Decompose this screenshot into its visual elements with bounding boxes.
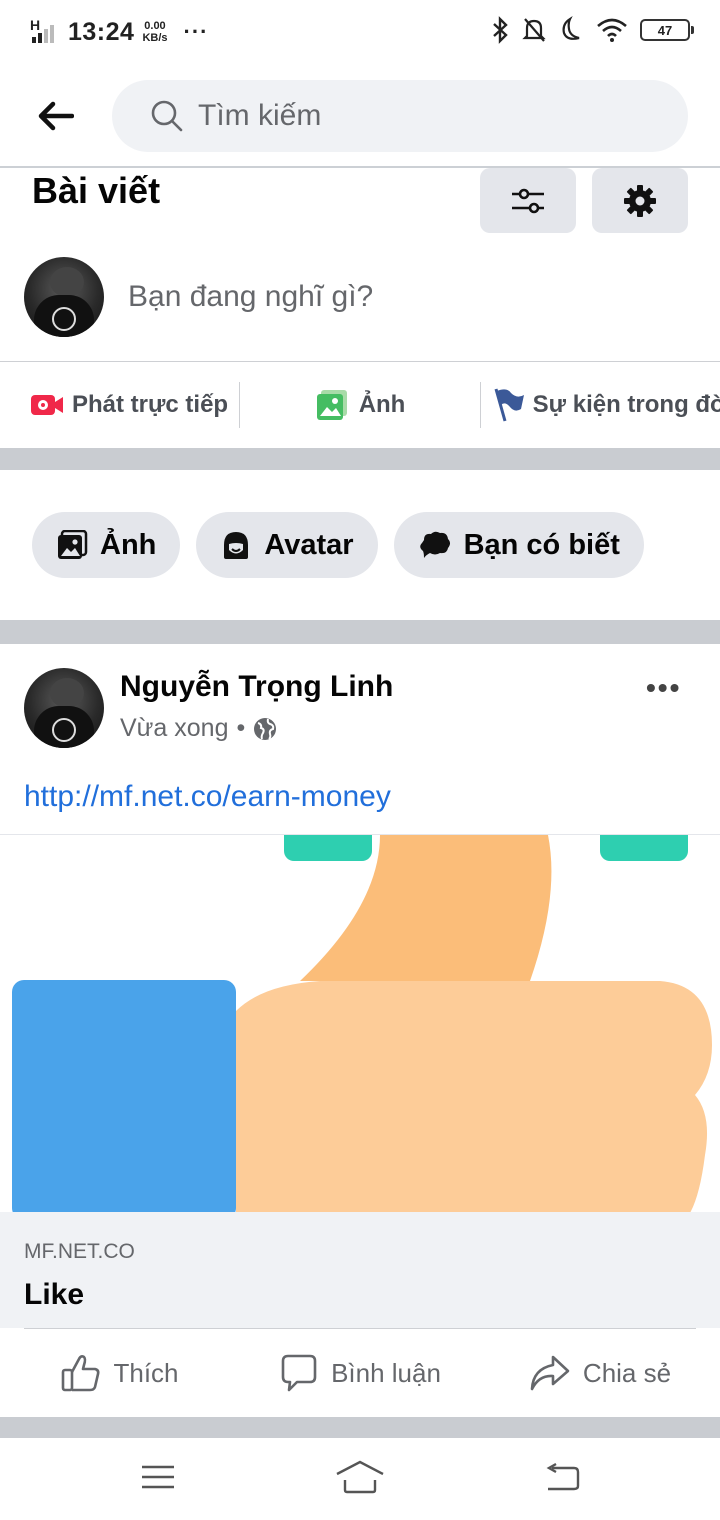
- status-left: H 13:24 0.00 KB/s ···: [30, 17, 209, 47]
- post-link[interactable]: http://mf.net.co/earn-money: [24, 780, 391, 814]
- globe-icon[interactable]: [253, 717, 277, 741]
- system-navigation-bar: [0, 1438, 720, 1520]
- battery-level: 47: [657, 22, 673, 38]
- photo-icon: [58, 530, 88, 559]
- post-author-name[interactable]: Nguyễn Trọng Linh: [120, 670, 393, 704]
- quick-action-label: Ảnh: [358, 391, 406, 418]
- thumbs-up-illustration: [12, 835, 712, 1212]
- search-header: Tìm kiếm: [0, 64, 720, 168]
- home-icon: [336, 1460, 384, 1493]
- home-button[interactable]: [335, 1460, 385, 1499]
- moon-icon: [562, 16, 580, 40]
- suggestion-chips: Ảnh Avatar Bạn có biết: [32, 512, 644, 578]
- like-label: Thích: [113, 1357, 179, 1388]
- clock: 13:24: [68, 17, 135, 46]
- section-separator: [0, 620, 720, 644]
- section-separator: [0, 448, 720, 470]
- back-nav-button[interactable]: [544, 1462, 580, 1497]
- photo-button[interactable]: Ảnh: [240, 362, 479, 448]
- wifi-icon: [597, 18, 627, 42]
- post-more-button[interactable]: •••: [646, 672, 681, 704]
- share-icon: [530, 1355, 570, 1391]
- chip-did-you-know[interactable]: Bạn có biết: [393, 512, 644, 578]
- flag-icon: [494, 388, 524, 422]
- speed-value: 0.00: [144, 20, 166, 32]
- bluetooth-icon: [493, 16, 508, 44]
- gear-icon: [624, 184, 656, 217]
- photo-icon: [316, 390, 347, 420]
- quick-action-label: Phát trực tiếp: [72, 391, 229, 418]
- link-preview-image[interactable]: [0, 834, 720, 1212]
- composer-input[interactable]: Bạn đang nghĩ gì?: [128, 280, 373, 314]
- speed-unit: KB/s: [142, 32, 168, 44]
- live-video-icon: [31, 395, 63, 415]
- filter-sliders-icon: [512, 188, 544, 213]
- search-placeholder: Tìm kiếm: [198, 99, 322, 132]
- quick-action-label: Sự kiện trong đời: [532, 391, 720, 418]
- search-icon: [151, 100, 183, 132]
- more-notifications-icon: ···: [183, 19, 209, 44]
- mute-bell-icon: [522, 18, 546, 42]
- meta-separator: •: [236, 714, 246, 742]
- avatar[interactable]: [24, 257, 104, 337]
- network-speed: 0.00 KB/s: [142, 20, 167, 44]
- chip-photo[interactable]: Ảnh: [32, 512, 181, 578]
- link-title: Like: [24, 1278, 85, 1311]
- share-label: Chia sẻ: [582, 1357, 672, 1388]
- comment-label: Bình luận: [331, 1357, 441, 1388]
- settings-button[interactable]: [592, 168, 688, 233]
- thumbs-up-icon: [62, 1355, 100, 1392]
- avatar-face-icon: [224, 532, 249, 559]
- filter-button[interactable]: [480, 168, 576, 233]
- back-button[interactable]: [34, 94, 78, 138]
- composer-actions: Phát trực tiếp Ảnh Sự kiện trong đời: [0, 362, 720, 448]
- comment-icon: [281, 1354, 317, 1392]
- link-preview-card[interactable]: MF.NET.CO Like: [0, 1212, 720, 1328]
- post-actions: Thích Bình luận Chia sẻ: [0, 1329, 720, 1417]
- battery-indicator: 47: [640, 19, 694, 41]
- back-nav-icon: [546, 1462, 580, 1490]
- chip-label: Bạn có biết: [463, 528, 620, 561]
- chip-avatar[interactable]: Avatar: [196, 512, 378, 578]
- search-input[interactable]: Tìm kiếm: [112, 80, 688, 152]
- chip-label: Ảnh: [100, 528, 157, 561]
- signal-icon: H: [30, 17, 60, 47]
- post-meta: Vừa xong •: [120, 714, 277, 743]
- page-title: Bài viết: [32, 170, 161, 211]
- speech-bubble-icon: [419, 531, 450, 558]
- section-separator: [0, 1417, 720, 1438]
- life-event-button[interactable]: Sự kiện trong đời: [481, 362, 720, 448]
- like-button[interactable]: Thích: [0, 1353, 240, 1393]
- share-button[interactable]: Chia sẻ: [480, 1353, 720, 1393]
- network-type: H: [30, 17, 41, 33]
- chip-label: Avatar: [264, 528, 354, 561]
- status-right: 47: [490, 16, 694, 44]
- link-domain: MF.NET.CO: [24, 1240, 135, 1263]
- recent-apps-button[interactable]: [140, 1464, 176, 1495]
- menu-icon: [141, 1465, 174, 1488]
- post-time[interactable]: Vừa xong: [120, 714, 228, 743]
- post-author-avatar[interactable]: [24, 668, 104, 748]
- live-video-button[interactable]: Phát trực tiếp: [0, 362, 239, 448]
- comment-button[interactable]: Bình luận: [240, 1353, 480, 1393]
- arrow-left-icon: [38, 101, 74, 131]
- status-bar: H 13:24 0.00 KB/s ··· 47: [0, 0, 720, 64]
